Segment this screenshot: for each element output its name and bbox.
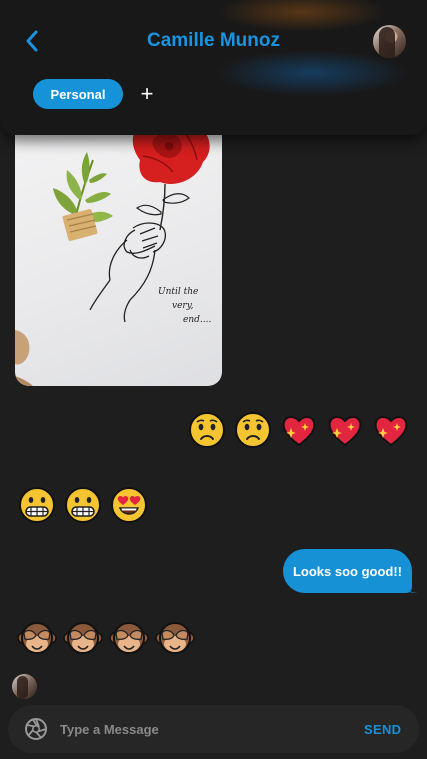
camera-aperture-icon <box>25 718 47 740</box>
sparkling-heart-icon <box>328 416 362 447</box>
handwriting-line-3: end.... <box>183 315 211 325</box>
see-no-evil-monkey-icon <box>17 622 57 654</box>
background-blur <box>217 0 387 32</box>
sent-message-bubble[interactable]: Looks soo good!! <box>283 549 412 593</box>
emoji-message-row <box>187 410 411 450</box>
add-tag-button[interactable]: + <box>137 82 157 106</box>
contact-avatar[interactable] <box>373 25 406 58</box>
chat-header: Camille Munoz Personal + <box>0 0 427 135</box>
grimacing-face-icon <box>19 487 55 523</box>
see-no-evil-monkey-icon <box>155 622 195 654</box>
fern-sprig <box>53 152 113 241</box>
photo-handwriting: Until the very, end.... <box>158 287 211 325</box>
chat-screen: Camille Munoz Personal + Until the very,… <box>0 0 427 759</box>
contact-name[interactable]: Camille Munoz <box>0 30 427 52</box>
hand-sketch <box>89 222 167 323</box>
see-no-evil-monkey-icon <box>109 622 149 654</box>
sparkling-heart-icon <box>282 416 316 447</box>
worried-face-icon <box>189 412 225 448</box>
message-composer: SEND <box>8 705 419 753</box>
see-no-evil-monkey-icon <box>63 622 103 654</box>
camera-button[interactable] <box>24 717 48 741</box>
bubble-tail <box>400 580 418 593</box>
send-button[interactable]: SEND <box>364 719 401 739</box>
tag-chip-personal[interactable]: Personal <box>33 79 123 109</box>
handwriting-line-1: Until the <box>158 287 198 297</box>
emoji-message-row <box>17 485 149 525</box>
photo-message[interactable]: Until the very, end.... <box>15 100 222 386</box>
sparkling-heart-icon <box>374 416 408 447</box>
grimacing-face-icon <box>65 487 101 523</box>
message-input[interactable] <box>60 714 350 744</box>
worried-face-icon <box>235 412 271 448</box>
photo-drawing: Until the very, end.... <box>15 113 211 386</box>
heart-eyes-face-icon <box>111 487 147 523</box>
sender-avatar <box>12 674 37 699</box>
emoji-message-row <box>17 618 195 658</box>
handwriting-line-2: very, <box>172 301 194 311</box>
